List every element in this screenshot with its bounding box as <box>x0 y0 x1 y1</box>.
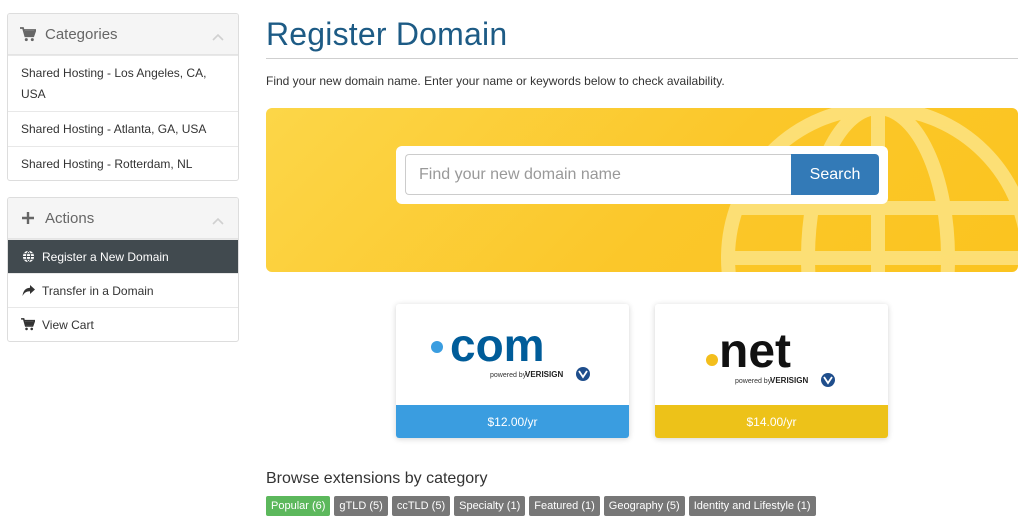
page-title: Register Domain <box>266 16 508 52</box>
categories-panel-header[interactable]: Categories <box>8 14 238 55</box>
category-filter-chips: Popular (6) gTLD (5) ccTLD (5) Specialty… <box>266 496 816 516</box>
verisign-check-icon <box>576 367 590 381</box>
cart-icon <box>20 26 36 42</box>
domain-search-input[interactable] <box>405 154 791 195</box>
sidebar-item-label: View Cart <box>42 317 94 332</box>
sidebar-item-view-cart[interactable]: View Cart <box>8 307 238 341</box>
net-logo: net powered by VERISIGN <box>706 325 835 387</box>
sidebar-item-shared-hosting-atlanta[interactable]: Shared Hosting - Atlanta, GA, USA <box>8 111 238 146</box>
title-divider <box>266 58 1018 59</box>
search-button[interactable]: Search <box>791 154 879 195</box>
tld-price-com: $12.00/yr <box>396 405 629 438</box>
browse-extensions-title: Browse extensions by category <box>266 470 488 487</box>
share-arrow-icon <box>21 284 35 298</box>
chevron-up-icon[interactable] <box>212 28 224 45</box>
actions-panel-title: Actions <box>45 209 95 227</box>
actions-panel: Actions Register a New Domain Transfer i… <box>7 197 239 342</box>
cart-icon <box>21 318 35 332</box>
net-logo-text: net <box>719 325 791 378</box>
tld-price-net: $14.00/yr <box>655 405 888 438</box>
domain-search-box: Search <box>396 146 888 204</box>
sidebar-item-shared-hosting-rotterdam[interactable]: Shared Hosting - Rotterdam, NL <box>8 146 238 180</box>
sidebar-item-transfer-domain[interactable]: Transfer in a Domain <box>8 273 238 307</box>
page-subtitle: Find your new domain name. Enter your na… <box>266 74 725 88</box>
net-powered-by: powered by <box>735 378 772 385</box>
com-logo-text: com <box>450 319 545 371</box>
categories-panel: Categories Shared Hosting - Los Angeles,… <box>7 13 239 181</box>
sidebar-item-label: Transfer in a Domain <box>42 283 154 298</box>
category-chip-geography[interactable]: Geography (5) <box>603 496 685 516</box>
category-chip-cctld[interactable]: ccTLD (5) <box>391 496 451 516</box>
categories-panel-title: Categories <box>45 25 118 43</box>
sidebar-item-label: Register a New Domain <box>42 249 169 264</box>
tld-card-net[interactable]: net powered by VERISIGN $14.00/yr <box>655 304 888 438</box>
plus-icon <box>20 210 36 226</box>
category-chip-specialty[interactable]: Specialty (1) <box>454 496 526 516</box>
category-chip-popular[interactable]: Popular (6) <box>266 496 331 516</box>
com-brand: VERISIGN <box>525 370 563 379</box>
domain-search-hero: Search <box>266 108 1018 272</box>
sidebar-item-shared-hosting-la[interactable]: Shared Hosting - Los Angeles, CA, USA <box>8 55 238 111</box>
com-powered-by: powered by <box>490 372 527 379</box>
sidebar-item-register-domain[interactable]: Register a New Domain <box>8 239 238 273</box>
sidebar-item-label: Shared Hosting - Los Angeles, CA, USA <box>21 65 207 101</box>
actions-panel-header[interactable]: Actions <box>8 198 238 239</box>
category-chip-featured[interactable]: Featured (1) <box>529 496 600 516</box>
sidebar-item-label: Shared Hosting - Atlanta, GA, USA <box>21 122 207 136</box>
category-chip-gtld[interactable]: gTLD (5) <box>334 496 388 516</box>
net-brand: VERISIGN <box>770 376 808 385</box>
sidebar-item-label: Shared Hosting - Rotterdam, NL <box>21 156 193 171</box>
verisign-check-icon <box>821 373 835 387</box>
category-chip-identity-lifestyle[interactable]: Identity and Lifestyle (1) <box>688 496 816 516</box>
tld-card-com[interactable]: com powered by VERISIGN $12.00/yr <box>396 304 629 438</box>
com-logo: com powered by VERISIGN <box>431 319 590 381</box>
globe-icon <box>21 250 35 264</box>
chevron-up-icon[interactable] <box>212 212 224 229</box>
